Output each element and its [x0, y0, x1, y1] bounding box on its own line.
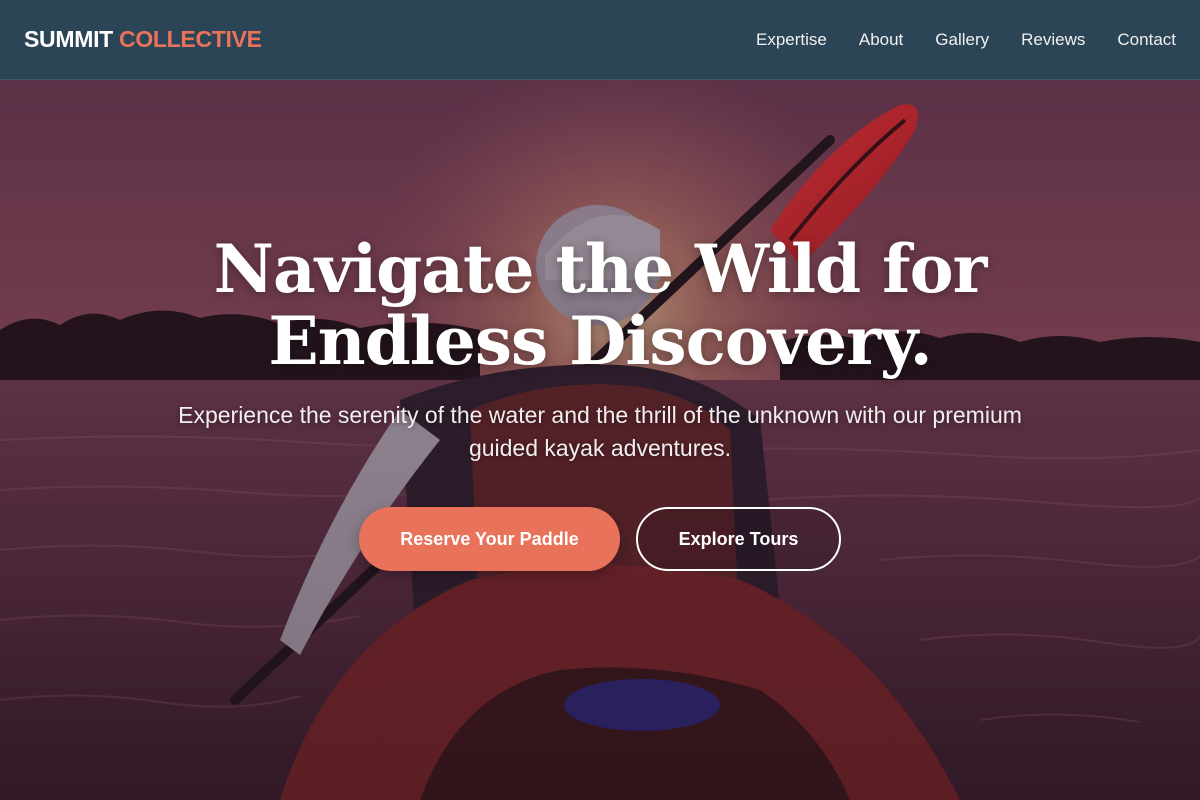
nav-link-gallery[interactable]: Gallery — [935, 30, 989, 50]
nav-link-expertise[interactable]: Expertise — [756, 30, 827, 50]
brand-logo[interactable]: SUMMIT COLLECTIVE — [24, 26, 262, 53]
hero-title-line-2: Endless Discovery. — [268, 302, 932, 380]
brand-name-primary: SUMMIT — [24, 26, 113, 52]
explore-tours-button[interactable]: Explore Tours — [636, 507, 841, 571]
hero-actions: Reserve Your Paddle Explore Tours — [359, 507, 841, 571]
hero-section: Navigate the Wild for Endless Discovery.… — [0, 80, 1200, 800]
reserve-paddle-button[interactable]: Reserve Your Paddle — [359, 507, 620, 571]
main-navigation: Expertise About Gallery Reviews Contact — [756, 30, 1176, 50]
brand-name-accent: COLLECTIVE — [119, 26, 262, 52]
hero-title-line-1: Navigate the Wild for — [213, 230, 988, 308]
hero-content: Navigate the Wild for Endless Discovery.… — [0, 80, 1200, 800]
nav-link-about[interactable]: About — [859, 30, 903, 50]
site-header: SUMMIT COLLECTIVE Expertise About Galler… — [0, 0, 1200, 80]
hero-subtitle: Experience the serenity of the water and… — [178, 402, 1022, 461]
nav-link-contact[interactable]: Contact — [1117, 30, 1176, 50]
hero-title: Navigate the Wild for Endless Discovery. — [100, 233, 1100, 377]
nav-link-reviews[interactable]: Reviews — [1021, 30, 1085, 50]
